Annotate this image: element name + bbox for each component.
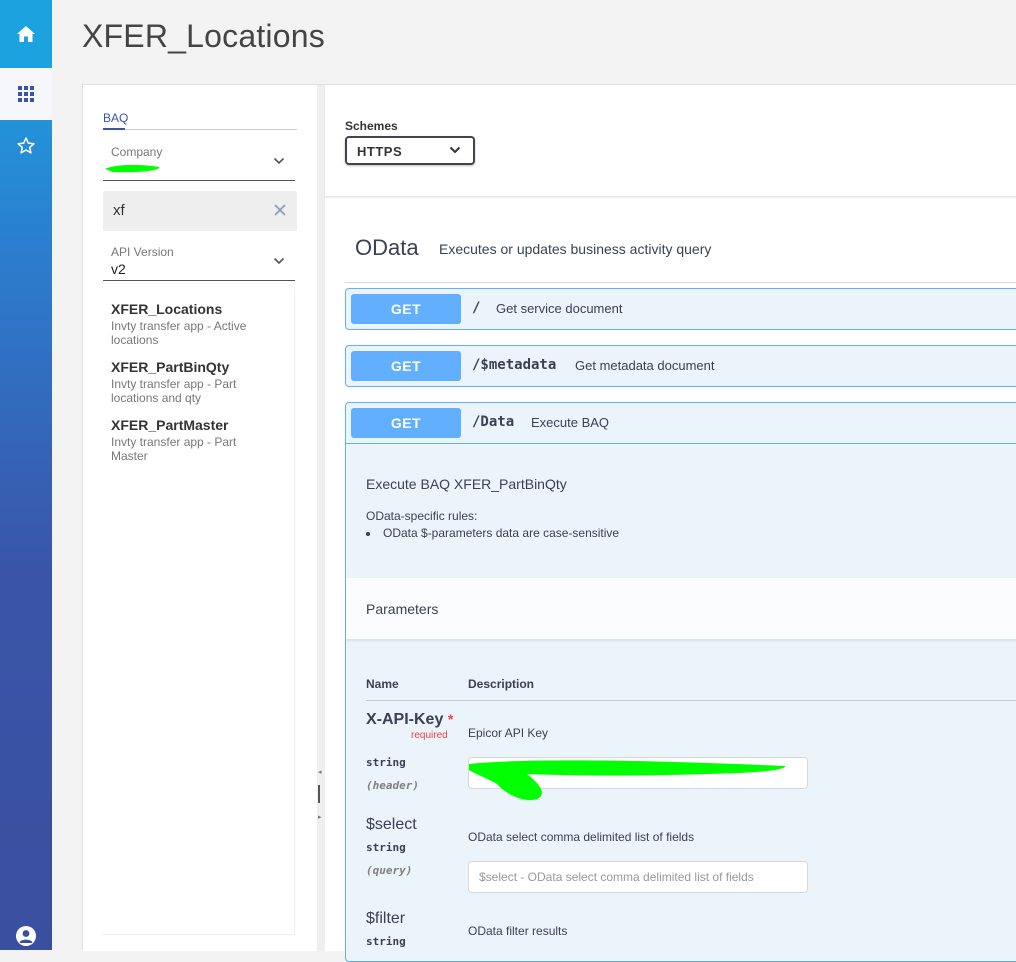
method-badge: GET <box>351 294 461 324</box>
tab-baq[interactable]: BAQ <box>103 111 128 125</box>
param-desc: Epicor API Key <box>468 726 549 740</box>
operation-path: /$metadata <box>472 357 557 373</box>
param-in: (query) <box>366 864 413 877</box>
operation-get-data[interactable]: GET /Data Execute BAQ Execute BAQ XFER_P… <box>345 402 1016 962</box>
api-version-label: API Version <box>111 245 174 259</box>
column-header-description: Description <box>468 677 535 691</box>
splitter-handle-icon[interactable]: ◂ ▸ <box>318 769 322 822</box>
operation-get-metadata[interactable]: GET /$metadata Get metadata document <box>345 345 1016 387</box>
column-header-name: Name <box>366 677 399 691</box>
section-divider <box>345 282 1016 283</box>
api-version-value: v2 <box>111 261 126 277</box>
redaction-mark <box>469 760 786 801</box>
parameters-title: Parameters <box>366 601 439 617</box>
method-badge: GET <box>351 351 461 381</box>
param-desc: OData filter results <box>468 924 568 938</box>
baq-item-title: XFER_PartMaster <box>111 417 229 433</box>
operation-header[interactable]: GET /Data Execute BAQ <box>346 403 1016 443</box>
star-icon <box>17 137 35 154</box>
baq-item-title: XFER_PartBinQty <box>111 359 230 375</box>
list-item[interactable]: XFER_Locations Invty transfer app - Acti… <box>103 301 294 347</box>
list-item[interactable]: XFER_PartMaster Invty transfer app - Par… <box>103 417 294 463</box>
baq-item-desc: Invty transfer app - Part locations and … <box>111 377 237 405</box>
main-card: BAQ Company xf API Version v2 XFER_Locat… <box>82 84 1016 962</box>
operation-body: Execute BAQ XFER_PartBinQty OData-specif… <box>346 443 1016 961</box>
chevron-down-icon <box>273 157 285 165</box>
baq-list: XFER_Locations Invty transfer app - Acti… <box>103 289 295 935</box>
baq-item-title: XFER_Locations <box>111 301 223 317</box>
schemes-value: HTTPS <box>357 144 403 159</box>
api-version-select[interactable]: API Version v2 <box>103 245 295 281</box>
list-item[interactable]: XFER_PartBinQty Invty transfer app - Par… <box>103 359 294 405</box>
required-marker: * <box>447 711 454 727</box>
select-input[interactable]: $select - OData select comma delimited l… <box>468 861 808 893</box>
section-desc: Executes or updates business activity qu… <box>439 241 712 257</box>
company-value <box>103 161 295 177</box>
section-title[interactable]: OData <box>355 235 419 261</box>
operation-path: / <box>472 300 481 316</box>
home-button[interactable] <box>0 0 52 68</box>
baq-search-input[interactable]: xf <box>103 191 297 231</box>
chevron-down-icon <box>273 257 285 265</box>
required-label: required <box>411 730 448 741</box>
param-type: string <box>366 841 406 854</box>
home-icon <box>17 26 35 42</box>
operation-summary: Get service document <box>496 301 623 316</box>
param-name-text: X-API-Key <box>366 711 444 728</box>
redaction-mark <box>105 164 160 173</box>
operation-summary: Get metadata document <box>575 358 715 373</box>
rules-list: OData $-parameters data are case-sensiti… <box>366 526 619 540</box>
page-title: XFER_Locations <box>82 18 325 54</box>
swagger-panel: Schemes HTTPS OData Executes or updates … <box>325 85 1016 962</box>
apps-button[interactable] <box>0 68 52 120</box>
schemes-select[interactable]: HTTPS <box>345 136 475 165</box>
baq-item-desc: Invty transfer app - Part Master <box>111 435 237 463</box>
param-type: string <box>366 756 406 769</box>
operation-header[interactable]: GET /$metadata Get metadata document <box>346 346 1016 386</box>
operation-description: Execute BAQ XFER_PartBinQty <box>366 476 567 492</box>
apps-grid-icon <box>18 86 34 102</box>
operation-path: /Data <box>472 414 515 430</box>
param-name: $select <box>366 816 417 833</box>
api-key-input[interactable] <box>468 757 808 801</box>
company-select[interactable]: Company <box>103 145 295 181</box>
param-name: $filter <box>366 910 406 927</box>
baq-panel: BAQ Company xf API Version v2 XFER_Locat… <box>83 85 317 951</box>
company-label: Company <box>111 145 163 159</box>
param-in: (header) <box>366 779 419 792</box>
operation-header[interactable]: GET / Get service document <box>346 289 1016 329</box>
app-rail <box>0 0 52 950</box>
schemes-section: Schemes HTTPS <box>325 85 1016 197</box>
baq-item-desc: Invty transfer app - Active locations <box>111 319 247 347</box>
user-icon <box>16 926 36 946</box>
table-divider <box>366 700 1016 701</box>
rules-label: OData-specific rules: <box>366 509 478 523</box>
tab-indicator <box>103 128 125 130</box>
operation-summary: Execute BAQ <box>531 415 610 430</box>
param-name: X-API-Key * <box>366 710 466 729</box>
schemes-label: Schemes <box>345 119 398 133</box>
operation-get-root[interactable]: GET / Get service document <box>345 288 1016 330</box>
parameters-header: Parameters <box>346 578 1016 640</box>
close-icon[interactable] <box>273 203 287 217</box>
param-type: string <box>366 935 406 948</box>
favorites-button[interactable] <box>0 124 52 168</box>
method-badge: GET <box>351 408 461 438</box>
search-value: xf <box>113 202 125 219</box>
param-desc: OData select comma delimited list of fie… <box>468 830 695 844</box>
rule-item: OData $-parameters data are case-sensiti… <box>366 526 619 540</box>
tab-divider <box>103 129 297 130</box>
chevron-down-icon <box>449 146 461 154</box>
